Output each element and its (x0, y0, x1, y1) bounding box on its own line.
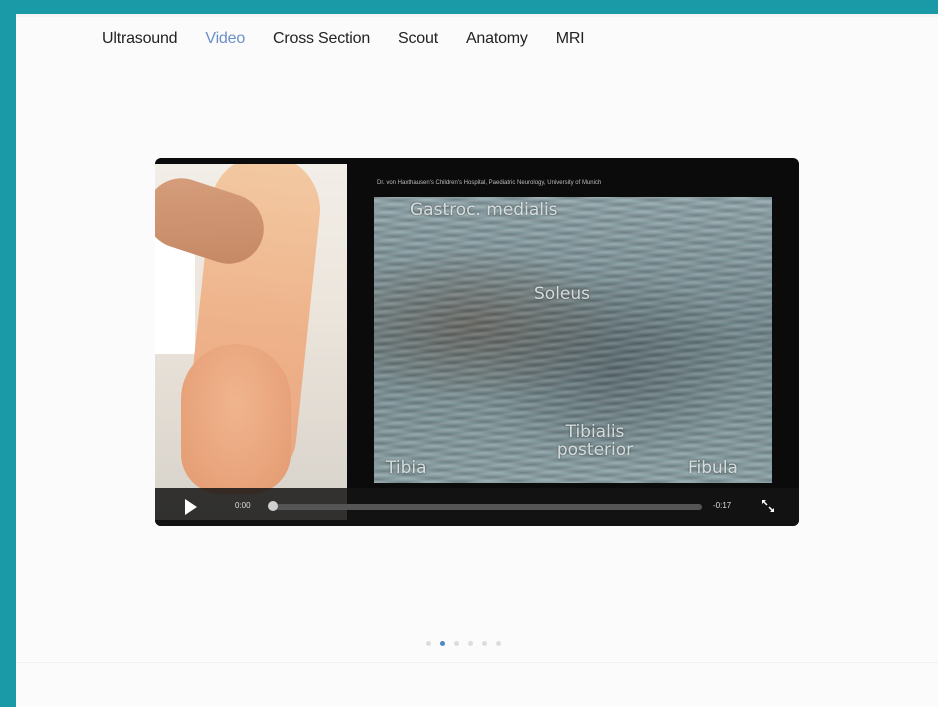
play-icon[interactable] (185, 499, 197, 515)
tab-anatomy[interactable]: Anatomy (466, 30, 528, 48)
divider (16, 662, 938, 663)
label-tibia: Tibia (386, 458, 427, 478)
label-tibialis-posterior: Tibialis posterior (556, 422, 634, 460)
pagination-dot[interactable] (468, 641, 473, 646)
label-soleus: Soleus (534, 284, 591, 304)
ultrasound-image: Gastroc. medialis Soleus Tibia Tibialis … (374, 197, 772, 483)
progress-track[interactable] (272, 504, 702, 510)
remaining-time: -0:17 (713, 501, 732, 510)
pagination-dot[interactable] (496, 641, 501, 646)
pagination-dot[interactable] (440, 641, 445, 646)
tab-mri[interactable]: MRI (556, 30, 585, 48)
tab-video[interactable]: Video (205, 30, 245, 48)
fullscreen-icon[interactable] (761, 499, 775, 513)
leg-photo (155, 164, 347, 520)
pagination-dot[interactable] (482, 641, 487, 646)
tab-scout[interactable]: Scout (398, 30, 438, 48)
label-fibula: Fibula (688, 458, 738, 478)
carousel-pagination (426, 641, 501, 646)
video-controls: 0:00 -0:17 (155, 488, 799, 526)
pagination-dot[interactable] (454, 641, 459, 646)
tab-ultrasound[interactable]: Ultrasound (102, 30, 178, 48)
page-frame: Ultrasound Video Cross Section Scout Ana… (0, 0, 938, 707)
progress-thumb[interactable] (268, 501, 278, 511)
frame-divider (16, 14, 938, 17)
frame-left-border (0, 0, 16, 707)
foot-image (181, 344, 291, 494)
tab-navigation: Ultrasound Video Cross Section Scout Ana… (102, 30, 612, 48)
current-time: 0:00 (235, 501, 251, 510)
pagination-dot[interactable] (426, 641, 431, 646)
label-gastroc-medialis: Gastroc. medialis (410, 200, 558, 220)
tab-cross-section[interactable]: Cross Section (273, 30, 370, 48)
video-player[interactable]: Dr. von Haxthausen's Children's Hospital… (155, 158, 799, 526)
frame-top-border (0, 0, 938, 14)
video-caption: Dr. von Haxthausen's Children's Hospital… (377, 180, 602, 186)
